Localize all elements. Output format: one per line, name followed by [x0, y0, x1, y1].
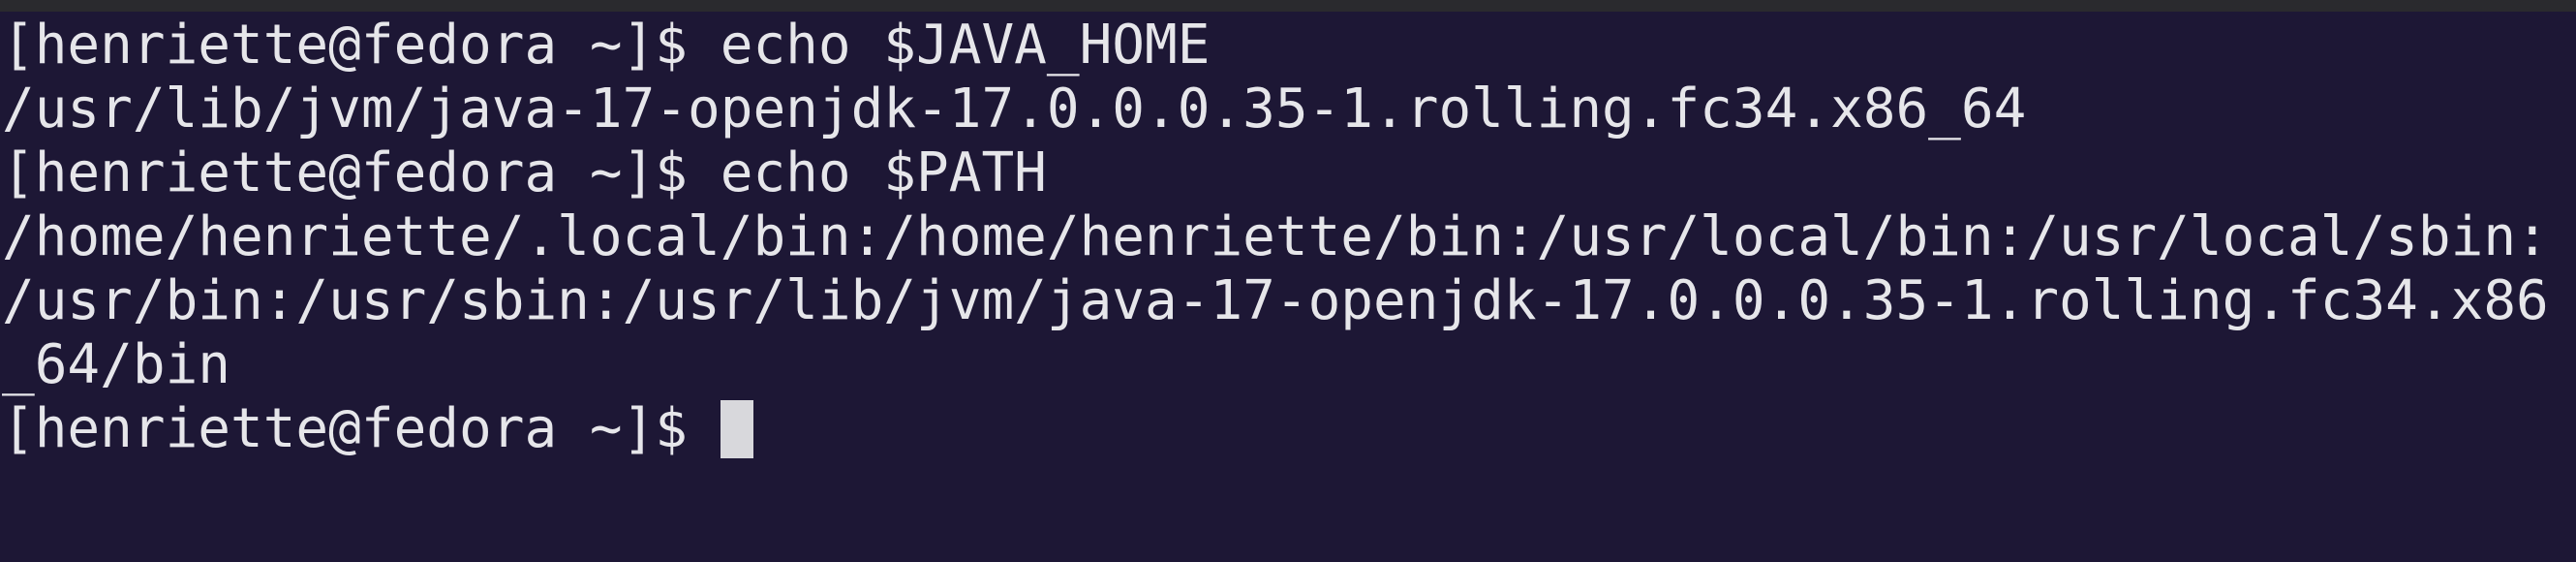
terminal-line-output: /usr/bin:/usr/sbin:/usr/lib/jvm/java-17-… — [2, 269, 2549, 332]
terminal-line-command: [henriette@fedora ~]$ echo $PATH — [2, 141, 1047, 204]
terminal-line-output: /home/henriette/.local/bin:/home/henriet… — [2, 205, 2549, 268]
window-top-edge — [0, 0, 2576, 12]
prompt-line[interactable]: [henriette@fedora ~]$ — [2, 397, 2549, 461]
terminal-output[interactable]: [henriette@fedora ~]$ echo $JAVA_HOME/us… — [2, 14, 2549, 461]
terminal-line-command: [henriette@fedora ~]$ echo $JAVA_HOME — [2, 14, 1211, 77]
shell-prompt: [henriette@fedora ~]$ — [2, 397, 721, 460]
text-cursor — [720, 400, 753, 458]
terminal-window[interactable]: [henriette@fedora ~]$ echo $JAVA_HOME/us… — [0, 0, 2576, 562]
terminal-line-output: _64/bin — [2, 333, 231, 396]
terminal-line-output: /usr/lib/jvm/java-17-openjdk-17.0.0.0.35… — [2, 78, 2027, 140]
